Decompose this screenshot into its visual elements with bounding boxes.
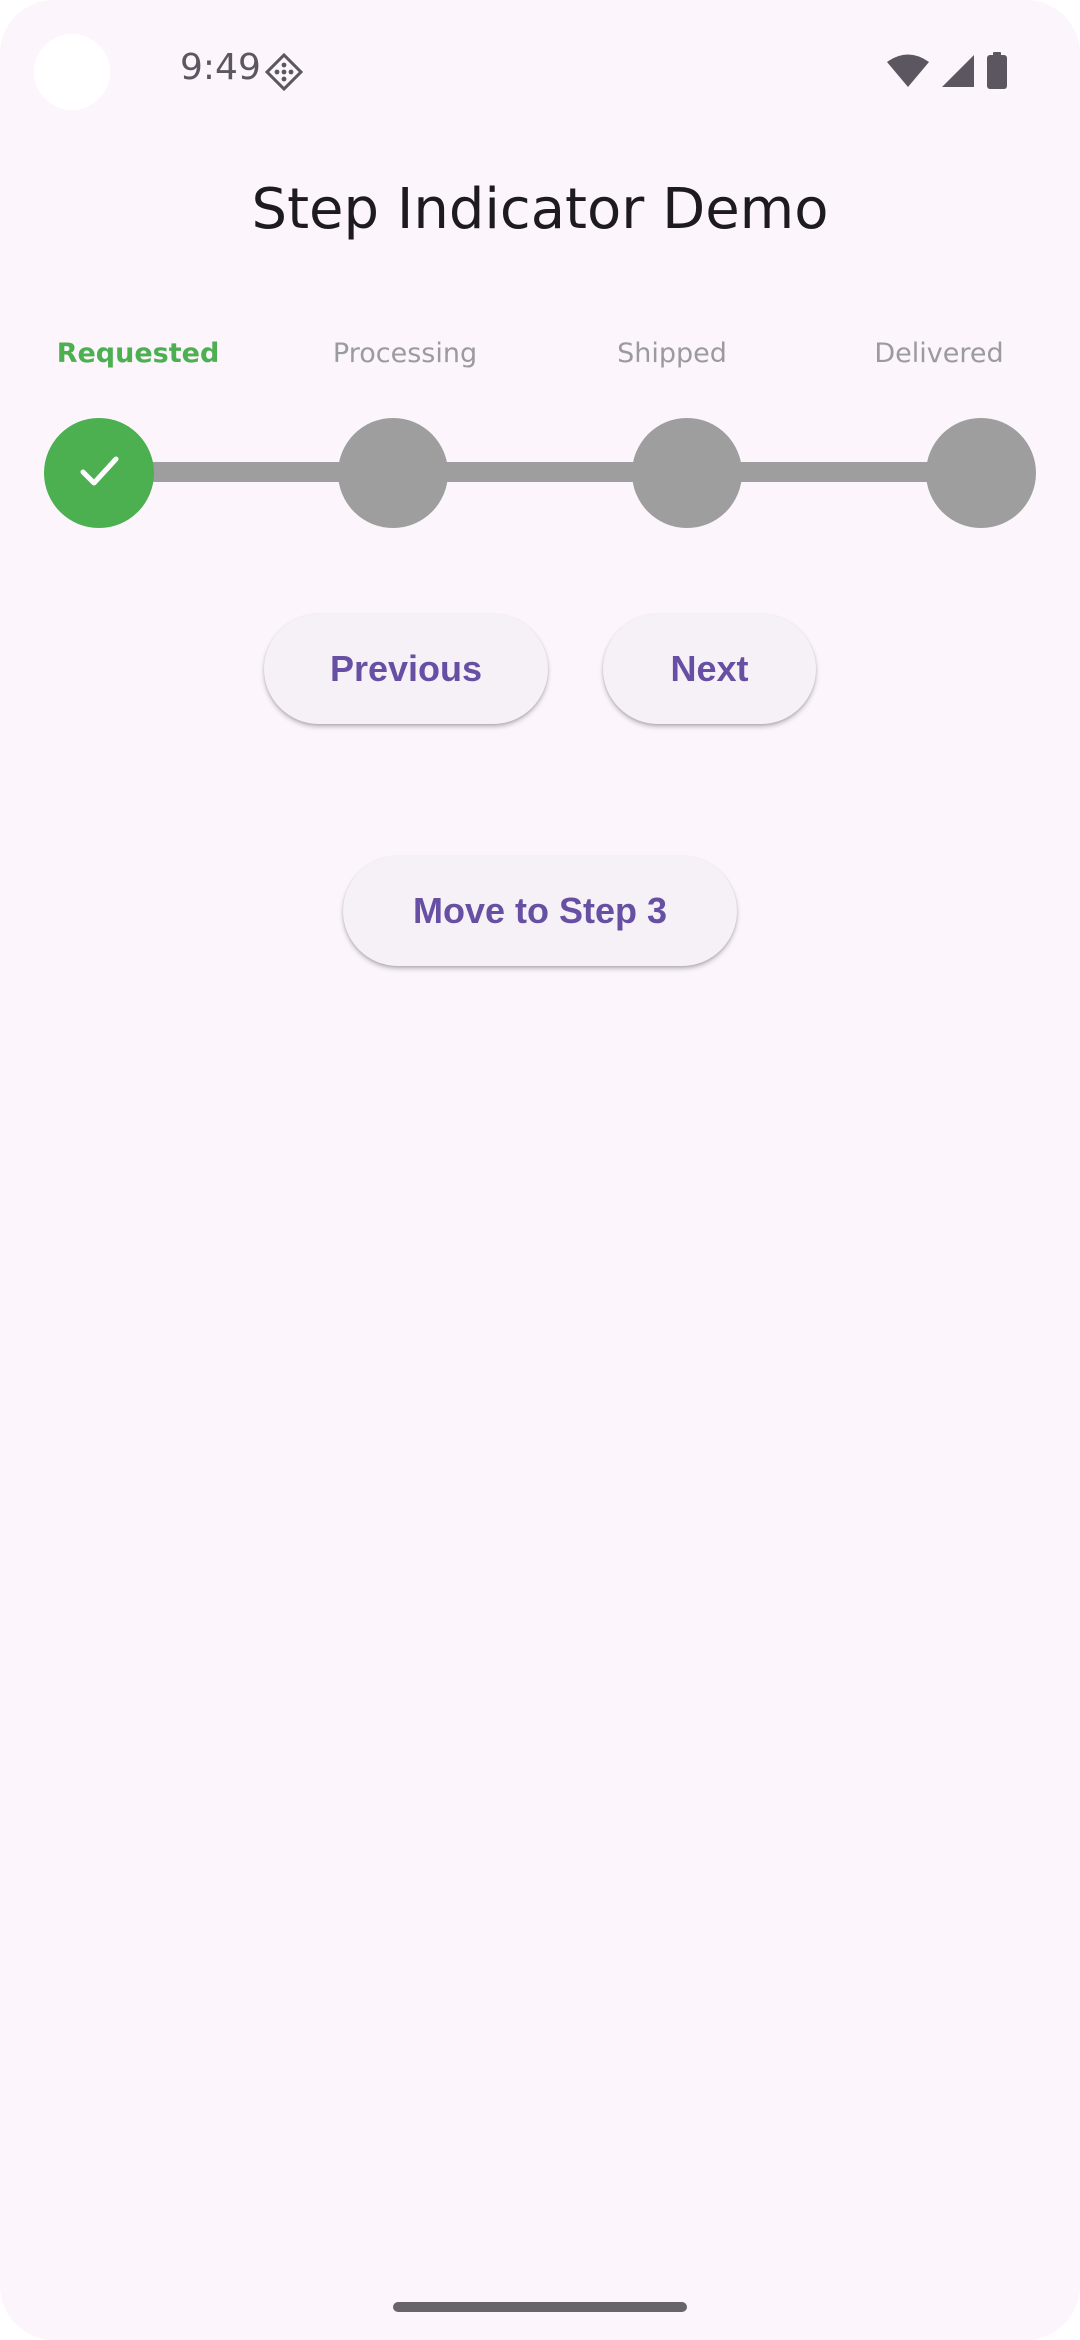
status-icons — [886, 52, 1008, 90]
move-to-step-3-button[interactable]: Move to Step 3 — [343, 856, 737, 966]
step-connector-line — [99, 462, 981, 482]
home-indicator[interactable] — [393, 2302, 687, 2312]
app-screen: 9:49 Step Indicator Demo Requested Proce… — [0, 0, 1080, 2340]
step-label-processing: Processing — [332, 338, 478, 369]
step-label-shipped: Shipped — [617, 338, 727, 369]
step-circle-processing[interactable] — [338, 418, 448, 528]
step-label-delivered: Delivered — [874, 338, 1004, 369]
step-circle-shipped[interactable] — [632, 418, 742, 528]
step-label-requested: Requested — [56, 338, 220, 369]
step-circle-requested[interactable] — [44, 418, 154, 528]
previous-button[interactable]: Previous — [264, 614, 548, 724]
camera-cutout — [34, 34, 110, 110]
status-time: 9:49 — [180, 47, 261, 88]
check-icon — [75, 447, 123, 499]
wifi-icon — [886, 53, 930, 89]
cellular-signal-icon — [940, 53, 976, 89]
page-title: Step Indicator Demo — [251, 177, 829, 242]
step-circle-delivered[interactable] — [926, 418, 1036, 528]
diamond-grid-icon — [264, 52, 304, 92]
next-button[interactable]: Next — [603, 614, 816, 724]
battery-icon — [986, 52, 1008, 90]
